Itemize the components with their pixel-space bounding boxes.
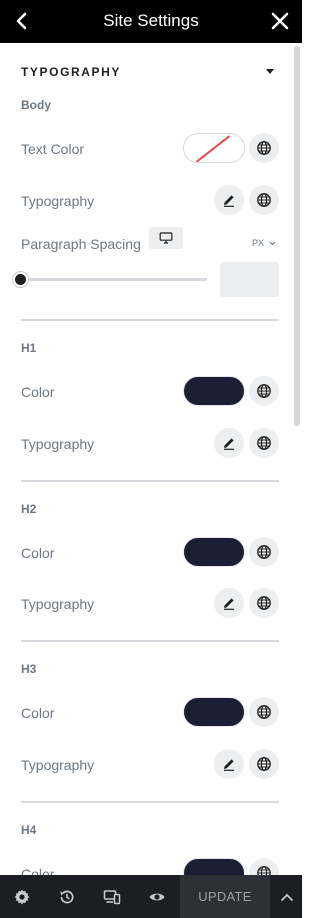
- slider-handle[interactable]: [13, 272, 28, 287]
- units-label: PX: [252, 238, 265, 248]
- desktop-device-icon[interactable]: [149, 227, 183, 249]
- h3-color-swatch[interactable]: [183, 697, 245, 727]
- group-title-h3: H3: [21, 662, 37, 676]
- scrollbar-thumb[interactable]: [294, 46, 300, 426]
- h3-color-label: Color: [21, 705, 55, 721]
- eye-icon[interactable]: [148, 888, 166, 906]
- text-color-swatch[interactable]: [183, 133, 245, 163]
- group-title-body: Body: [21, 98, 51, 112]
- h3-typography-label: Typography: [21, 757, 95, 773]
- global-icon[interactable]: [249, 133, 279, 163]
- panel-header: Site Settings: [0, 0, 302, 43]
- paragraph-spacing-label: Paragraph Spacing: [21, 236, 141, 252]
- responsive-mode-icon[interactable]: [103, 888, 121, 906]
- chevron-up-icon: [281, 893, 293, 901]
- h2-typography-label: Typography: [21, 596, 95, 612]
- divider: [21, 640, 279, 642]
- divider: [21, 319, 279, 321]
- paragraph-spacing-input[interactable]: [220, 262, 279, 297]
- panel-footer: UPDATE: [0, 875, 302, 918]
- close-icon[interactable]: [268, 9, 292, 33]
- paragraph-spacing-slider[interactable]: [20, 278, 207, 281]
- group-title-h1: H1: [21, 341, 37, 355]
- edit-icon[interactable]: [214, 428, 244, 458]
- panel-title: Site Settings: [103, 11, 199, 30]
- edit-icon[interactable]: [214, 749, 244, 779]
- save-options-button[interactable]: [272, 875, 302, 918]
- global-icon[interactable]: [249, 537, 279, 567]
- text-color-label: Text Color: [21, 141, 85, 157]
- divider: [21, 801, 279, 803]
- edit-icon[interactable]: [214, 185, 244, 215]
- gear-icon[interactable]: [13, 888, 31, 906]
- update-button[interactable]: UPDATE: [180, 875, 270, 918]
- h1-color-swatch[interactable]: [183, 376, 245, 406]
- h1-color-label: Color: [21, 384, 55, 400]
- global-icon[interactable]: [249, 697, 279, 727]
- caret-down-icon[interactable]: [266, 69, 274, 74]
- global-icon[interactable]: [249, 185, 279, 215]
- h1-typography-label: Typography: [21, 436, 95, 452]
- divider: [21, 480, 279, 482]
- history-icon[interactable]: [58, 888, 76, 906]
- units-selector[interactable]: PX: [252, 238, 276, 248]
- body-typography-label: Typography: [21, 193, 95, 209]
- chevron-down-icon: [269, 241, 275, 246]
- global-icon[interactable]: [249, 376, 279, 406]
- group-title-h4: H4: [21, 823, 37, 837]
- section-title-typography[interactable]: TYPOGRAPHY: [21, 65, 121, 79]
- edit-icon[interactable]: [214, 588, 244, 618]
- group-title-h2: H2: [21, 502, 37, 516]
- h2-color-label: Color: [21, 545, 55, 561]
- global-icon[interactable]: [249, 428, 279, 458]
- h2-color-swatch[interactable]: [183, 537, 245, 567]
- global-icon[interactable]: [249, 588, 279, 618]
- global-icon[interactable]: [249, 749, 279, 779]
